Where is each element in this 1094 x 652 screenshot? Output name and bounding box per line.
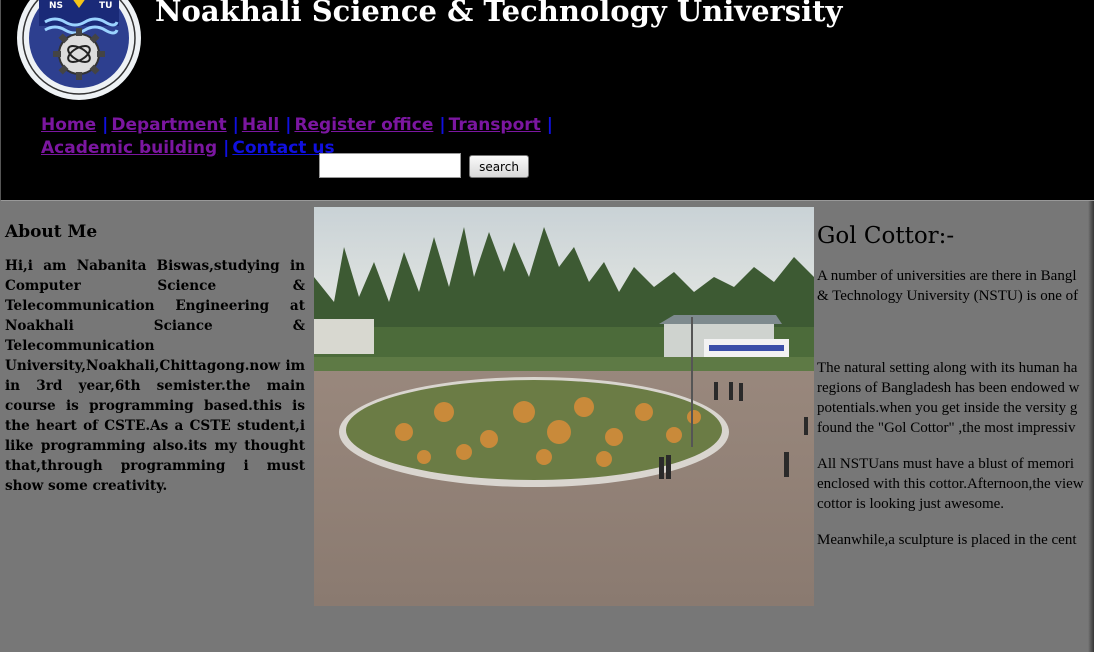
paragraph-line: regions of Bangladesh has been endowed w <box>817 380 1080 396</box>
paragraph-line: found the "Gol Cottor" ,the most impress… <box>817 420 1076 436</box>
about-me-heading: About Me <box>5 222 98 242</box>
nav-separator: | <box>102 115 109 135</box>
paragraph-line: potentials.when you get inside the versi… <box>817 400 1078 416</box>
site-header: NS TU Noakhali Science & Technology Univ… <box>0 0 1094 201</box>
gol-cottor-photo <box>314 207 814 606</box>
nav-link-register-office[interactable]: Register office <box>294 115 433 135</box>
search-input[interactable] <box>319 153 461 178</box>
nav-link-home[interactable]: Home <box>41 115 96 135</box>
paragraph-line: Meanwhile,a sculpture is placed in the c… <box>817 532 1077 548</box>
content-edge-shadow <box>1088 201 1094 652</box>
gol-cottor-heading: Gol Cottor:- <box>817 223 955 249</box>
nav-link-transport[interactable]: Transport <box>449 115 541 135</box>
site-title: Noakhali Science & Technology University <box>155 0 843 28</box>
gol-cottor-paragraph-4: Meanwhile,a sculpture is placed in the c… <box>817 530 1094 550</box>
about-me-text: Hi,i am Nabanita Biswas,studying in Comp… <box>5 258 305 494</box>
gol-cottor-section: Gol Cottor:- A number of universities ar… <box>817 223 1094 566</box>
paragraph-line: & Technology University (NSTU) is one of <box>817 288 1079 304</box>
nav-separator: | <box>439 115 446 135</box>
svg-text:TU: TU <box>99 1 112 11</box>
nav-separator: | <box>546 115 553 135</box>
nav-link-department[interactable]: Department <box>111 115 226 135</box>
university-logo[interactable]: NS TU <box>5 0 151 100</box>
gol-cottor-paragraph-1: A number of universities are there in Ba… <box>817 266 1094 306</box>
svg-text:NS: NS <box>49 1 63 11</box>
paragraph-line: cottor is looking just awesome. <box>817 496 1005 512</box>
gol-cottor-paragraph-3: All NSTUans must have a blust of memori … <box>817 454 1094 514</box>
nav-link-hall[interactable]: Hall <box>242 115 279 135</box>
paragraph-line: All NSTUans must have a blust of memori <box>817 456 1075 472</box>
gol-cottor-paragraph-2: The natural setting along with its human… <box>817 358 1094 438</box>
about-me-section: About Me Hi,i am Nabanita Biswas,studyin… <box>5 222 305 496</box>
search-button[interactable]: search <box>469 155 529 178</box>
nav-separator: | <box>223 138 230 158</box>
nav-link-academic-building[interactable]: Academic building <box>41 138 217 158</box>
paragraph-line: The natural setting along with its human… <box>817 360 1078 376</box>
nav-separator: | <box>232 115 239 135</box>
paragraph-line: enclosed with this cottor.Afternoon,the … <box>817 476 1084 492</box>
main-navigation: Home | Department | Hall | Register office | Tra… <box>41 114 561 160</box>
nav-separator: | <box>285 115 292 135</box>
paragraph-line: A number of universities are there in Ba… <box>817 268 1077 284</box>
